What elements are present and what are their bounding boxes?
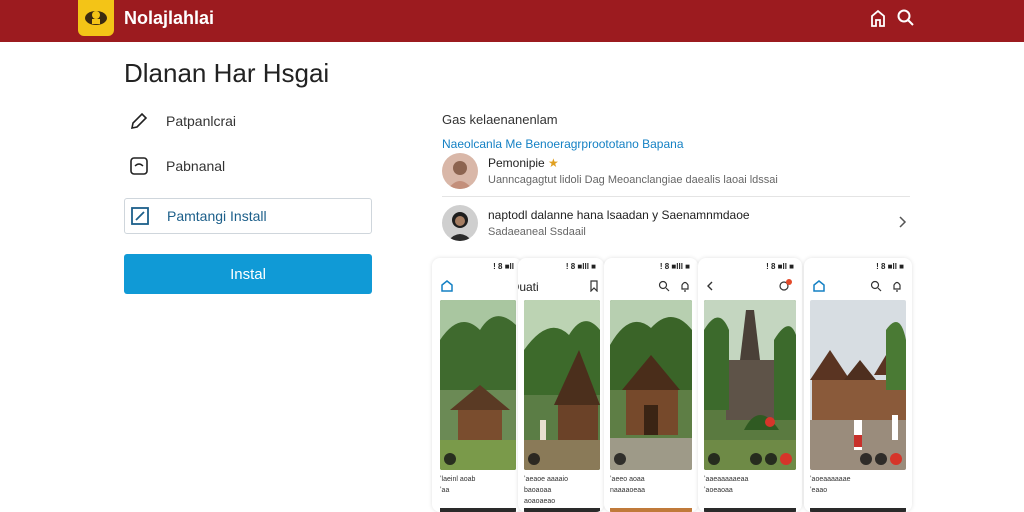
avatar	[442, 205, 478, 241]
list-item[interactable]: naptodl dalanne hana lsaadan y Saenamnmd…	[442, 205, 910, 241]
next-row-preview	[704, 508, 796, 512]
photo-actions	[444, 453, 456, 465]
divider	[442, 196, 910, 197]
brand-name[interactable]: Nolajlahlai	[124, 8, 214, 29]
photo-caption: ʻaoeaaaaaae ʻeaao	[810, 476, 851, 494]
install-button[interactable]: Instal	[124, 254, 372, 294]
item-subtitle: Uanncagagtut lidoli Dag Meoanclangiae da…	[488, 174, 778, 186]
back-arrow-icon[interactable]	[706, 280, 714, 292]
status-bar: ! 8 ■lll ■	[659, 262, 690, 271]
home-outline-icon[interactable]	[868, 8, 888, 28]
phone-preview[interactable]: ! 8 ■lll ■ Ouati ʻaeaoe aaaaio baoaoaa a…	[518, 258, 604, 512]
status-bar: ! 8 ■ll	[493, 262, 514, 271]
photo-thumbnail[interactable]	[810, 300, 906, 470]
phone-preview[interactable]: ! 8 ■ll ʻlaeinl aoab ʻaa	[432, 258, 522, 512]
garuda-emblem-icon	[85, 11, 107, 25]
top-bar: Nolajlahlai	[0, 0, 1024, 42]
option-label: Patpanlcrai	[166, 113, 237, 129]
photo-actions	[708, 453, 720, 465]
home-icon[interactable]	[812, 280, 826, 292]
status-bar: ! 8 ■ll ■	[766, 262, 794, 271]
next-row-preview	[524, 508, 600, 512]
option-label: Pabnanal	[166, 158, 226, 174]
avatar	[442, 153, 478, 189]
bell-icon[interactable]	[680, 280, 690, 292]
option-patpanlcrai[interactable]: Patpanlcrai	[124, 103, 236, 139]
list-item[interactable]: Pemonipie ★ Uanncagagtut lidoli Dag Meoa…	[442, 153, 910, 189]
bell-icon[interactable]	[892, 280, 902, 292]
section-heading: Gas kelaenanenlam	[442, 112, 558, 127]
search-icon[interactable]	[896, 8, 916, 28]
notification-icon[interactable]	[778, 279, 792, 293]
photo-thumbnail[interactable]	[704, 300, 796, 470]
search-icon[interactable]	[870, 280, 882, 292]
photo-caption: ʻaaeaaaaaeaa ʻaoeaoaa	[704, 476, 749, 494]
photo-thumbnail[interactable]	[610, 300, 692, 470]
chat-square-icon	[130, 157, 148, 175]
photo-caption: ʻlaeinl aoab ʻaa	[440, 476, 476, 494]
next-row-preview	[610, 508, 692, 512]
item-title: naptodl dalanne hana lsaadan y Saenamnmd…	[488, 208, 750, 222]
logo[interactable]	[78, 0, 114, 36]
option-label: Pamtangi Install	[167, 208, 267, 224]
status-bar: ! 8 ■lll ■	[565, 262, 596, 271]
phone-title: Ouati	[518, 280, 539, 294]
phone-preview[interactable]: ! 8 ■ll ■ ʻaaeaaaaaeaa ʻaoeaoaa	[698, 258, 802, 512]
pencil-icon	[130, 112, 148, 130]
search-icon[interactable]	[658, 280, 670, 292]
chevron-right-icon[interactable]	[897, 215, 907, 229]
next-row-preview	[440, 508, 516, 512]
photo-actions	[528, 453, 540, 465]
photo-thumbnail[interactable]	[440, 300, 516, 470]
photo-actions	[860, 453, 902, 465]
option-pamtangi-install[interactable]: Pamtangi Install	[124, 198, 372, 234]
phone-preview[interactable]: ! 8 ■ll ■ ʻaoeaaaaaae ʻeaao	[804, 258, 912, 512]
photo-actions	[750, 453, 792, 465]
option-pabnanal[interactable]: Pabnanal	[124, 148, 225, 184]
bookmark-icon[interactable]	[590, 280, 598, 292]
status-bar: ! 8 ■ll ■	[876, 262, 904, 271]
item-subtitle: Sadaeaneal Ssdaail	[488, 226, 586, 238]
next-row-preview	[810, 508, 906, 512]
star-icon: ★	[544, 156, 559, 170]
section-link[interactable]: Naeolcanla Me Benoeragrproototano Bapana	[442, 137, 684, 151]
photo-actions	[614, 453, 626, 465]
edit-square-icon	[131, 207, 149, 225]
phone-preview[interactable]: ! 8 ■lll ■ ʻaeeo aoaa naaaaoeaa	[604, 258, 698, 512]
page-title: Dlanan Har Hsgai	[124, 58, 330, 88]
item-title: Pemonipie	[488, 156, 545, 170]
photo-thumbnail[interactable]	[524, 300, 600, 470]
photo-caption: ʻaeeo aoaa naaaaoeaa	[610, 476, 646, 494]
photo-caption: ʻaeaoe aaaaio baoaoaa aoaoaeao	[524, 476, 568, 505]
home-icon[interactable]	[440, 280, 454, 292]
